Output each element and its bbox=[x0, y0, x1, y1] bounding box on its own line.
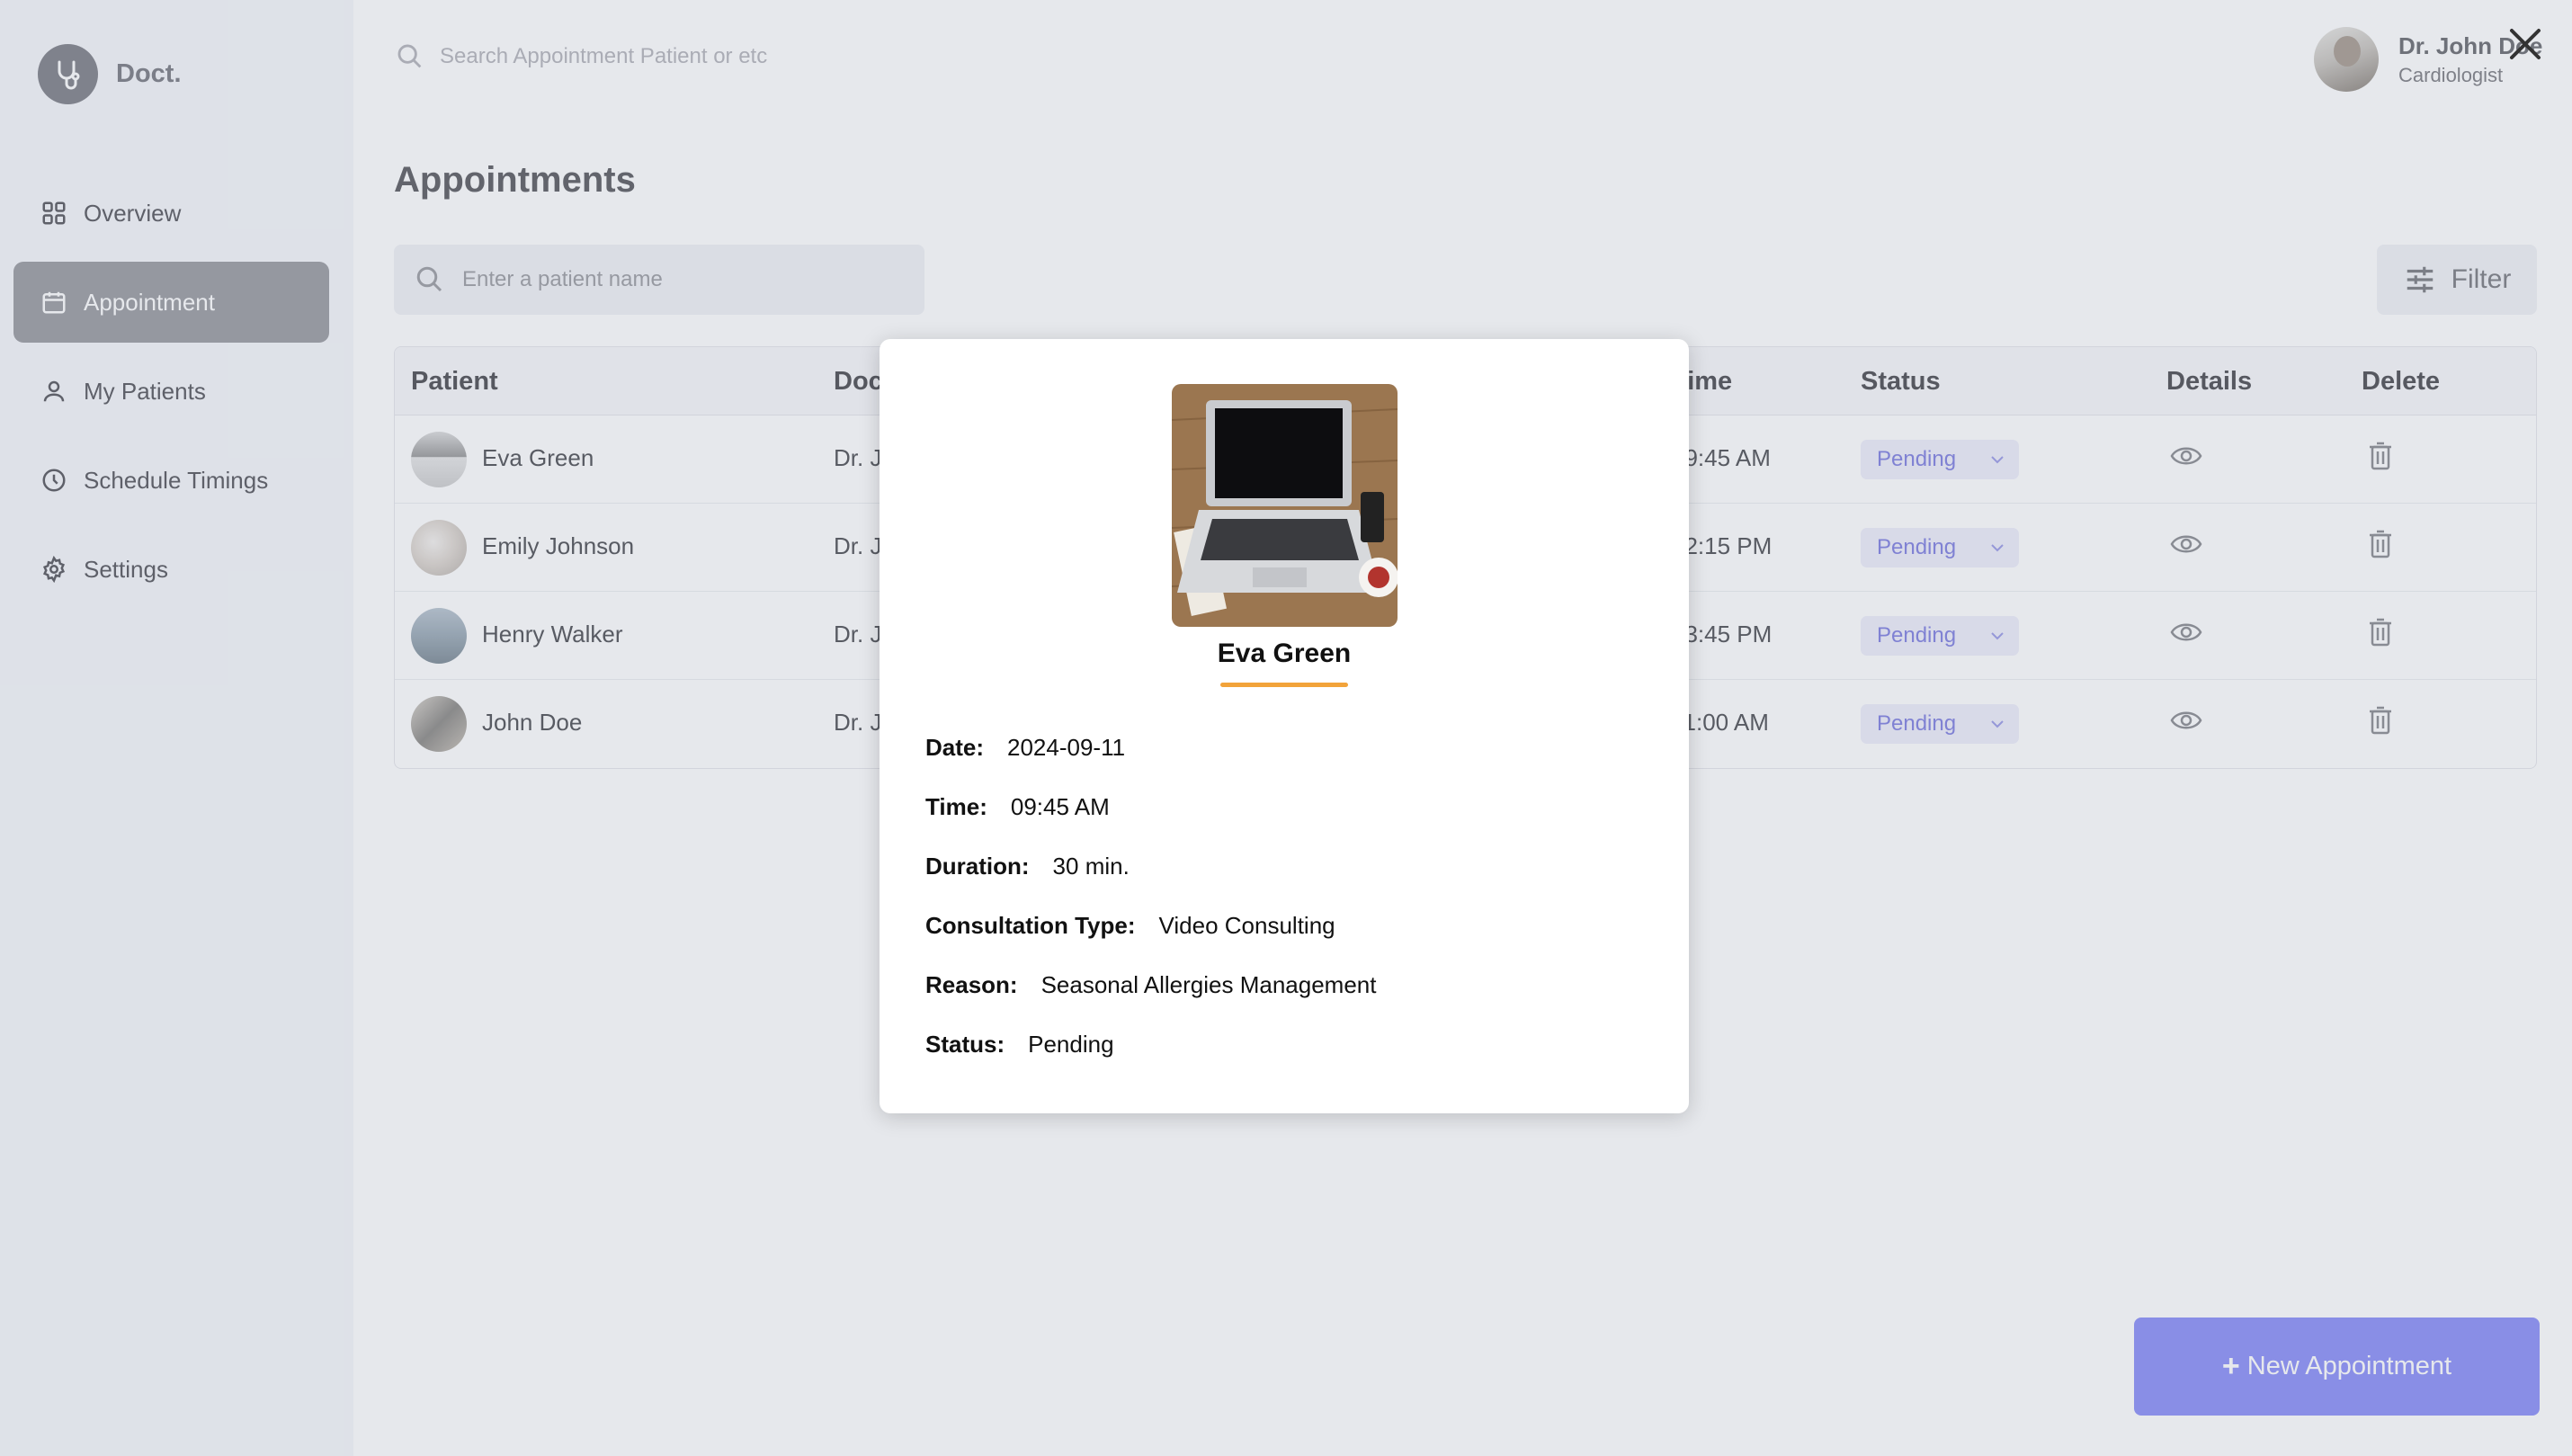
detail-value: 09:45 AM bbox=[1010, 793, 1110, 820]
detail-label: Date: bbox=[925, 734, 985, 761]
modal-patient-name: Eva Green bbox=[1217, 639, 1352, 668]
detail-consultation-type: Consultation Type: Video Consulting bbox=[925, 912, 1335, 940]
close-icon[interactable] bbox=[2505, 23, 2546, 65]
detail-label: Consultation Type: bbox=[925, 912, 1136, 939]
name-underline bbox=[1220, 683, 1348, 687]
detail-label: Time: bbox=[925, 793, 987, 820]
patient-photo bbox=[1172, 384, 1398, 627]
detail-label: Duration: bbox=[925, 853, 1030, 880]
detail-date: Date: 2024-09-11 bbox=[925, 734, 1125, 762]
detail-label: Reason: bbox=[925, 971, 1018, 998]
detail-status: Status: Pending bbox=[925, 1031, 1114, 1059]
detail-value: Seasonal Allergies Management bbox=[1040, 971, 1377, 998]
detail-label: Status: bbox=[925, 1031, 1005, 1058]
detail-time: Time: 09:45 AM bbox=[925, 793, 1110, 821]
appointment-details-modal: Eva Green Date: 2024-09-11 Time: 09:45 AM … bbox=[880, 339, 1689, 1113]
detail-duration: Duration: 30 min. bbox=[925, 853, 1130, 880]
detail-value: Pending bbox=[1028, 1031, 1114, 1058]
detail-value: 30 min. bbox=[1052, 853, 1130, 880]
detail-value: Video Consulting bbox=[1158, 912, 1335, 939]
detail-value: 2024-09-11 bbox=[1007, 734, 1126, 761]
detail-reason: Reason: Seasonal Allergies Management bbox=[925, 971, 1376, 999]
